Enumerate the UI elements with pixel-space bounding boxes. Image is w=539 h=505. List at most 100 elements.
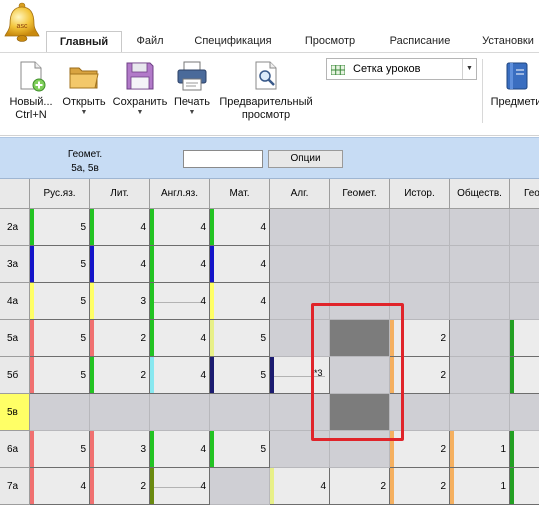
column-header[interactable]: Лит. bbox=[90, 179, 150, 209]
ribbon-separator bbox=[482, 59, 483, 123]
tab-main[interactable]: Главный bbox=[46, 31, 122, 52]
grid-cell[interactable]: 5 bbox=[30, 357, 90, 394]
column-header[interactable]: Гео bbox=[510, 179, 539, 209]
grid-cell[interactable]: 4 bbox=[30, 468, 90, 505]
tab-schedule[interactable]: Расписание bbox=[378, 31, 462, 52]
print-preview-label-line2: просмотр bbox=[241, 109, 291, 121]
column-header[interactable]: Англ.яз. bbox=[150, 179, 210, 209]
lesson-count: 5 bbox=[80, 295, 86, 307]
subjects-button[interactable]: Предмети bbox=[486, 53, 539, 109]
row-label[interactable]: 4а bbox=[0, 283, 30, 320]
grid-cell[interactable]: 4 bbox=[270, 468, 330, 505]
row-label[interactable]: 5б bbox=[0, 357, 30, 394]
grid-cell[interactable]: 3 bbox=[90, 283, 150, 320]
grid-cell[interactable] bbox=[510, 320, 539, 357]
grid-cell[interactable]: 5 bbox=[30, 246, 90, 283]
column-header[interactable]: Алг. bbox=[270, 179, 330, 209]
filter-input[interactable] bbox=[183, 150, 263, 168]
print-dropdown-arrow-icon[interactable]: ▼ bbox=[170, 109, 214, 117]
grid-cell[interactable] bbox=[510, 468, 539, 505]
grid-cell[interactable]: 2 bbox=[390, 468, 450, 505]
grid-cell-empty[interactable] bbox=[510, 246, 539, 283]
grid-cell-empty[interactable] bbox=[510, 394, 539, 431]
grid-cell[interactable]: 5 bbox=[30, 431, 90, 468]
grid-cell[interactable]: 4 bbox=[150, 320, 210, 357]
grid-cell[interactable]: 3 bbox=[90, 431, 150, 468]
print-button[interactable]: Печать ▼ bbox=[170, 53, 214, 117]
column-header[interactable]: Рус.яз. bbox=[30, 179, 90, 209]
app-menu-button[interactable]: asc bbox=[2, 0, 42, 46]
grid-cell[interactable]: 2 bbox=[90, 468, 150, 505]
column-header[interactable]: Обществ. bbox=[450, 179, 510, 209]
grid-cell[interactable]: 1 bbox=[450, 468, 510, 505]
grid-cell[interactable]: 5 bbox=[30, 283, 90, 320]
grid-cell[interactable]: 4 bbox=[150, 246, 210, 283]
grid-cell[interactable]: 4 bbox=[150, 209, 210, 246]
grid-cell-empty[interactable] bbox=[270, 209, 330, 246]
grid-cell-empty[interactable] bbox=[210, 468, 270, 505]
grid-cell-empty[interactable] bbox=[450, 209, 510, 246]
row-label[interactable]: 5в bbox=[0, 394, 30, 431]
grid-cell-empty[interactable] bbox=[150, 394, 210, 431]
grid-cell-empty[interactable] bbox=[450, 394, 510, 431]
open-button[interactable]: Открыть ▼ bbox=[58, 53, 110, 117]
view-select-chevron-down-icon[interactable]: ▼ bbox=[462, 59, 476, 79]
grid-cell-empty[interactable] bbox=[30, 394, 90, 431]
tab-settings[interactable]: Установки bbox=[472, 31, 539, 52]
column-header[interactable]: Геомет. bbox=[330, 179, 390, 209]
grid-cell[interactable]: 4 bbox=[210, 283, 270, 320]
grid-cell[interactable]: 5 bbox=[30, 209, 90, 246]
grid-cell[interactable]: 5 bbox=[30, 320, 90, 357]
tab-file[interactable]: Файл bbox=[126, 31, 174, 52]
grid-cell-empty[interactable] bbox=[270, 246, 330, 283]
grid-cell[interactable] bbox=[510, 431, 539, 468]
row-label[interactable]: 7а bbox=[0, 468, 30, 505]
grid-cell-empty[interactable] bbox=[450, 246, 510, 283]
print-preview-button[interactable]: Предварительный просмотр bbox=[215, 53, 317, 122]
grid-cell-empty[interactable] bbox=[330, 246, 390, 283]
tab-view[interactable]: Просмотр bbox=[292, 31, 368, 52]
grid-cell[interactable]: 5 bbox=[210, 320, 270, 357]
row-label[interactable]: 6а bbox=[0, 431, 30, 468]
grid-cell-empty[interactable] bbox=[210, 394, 270, 431]
save-button[interactable]: Сохранить ▼ bbox=[111, 53, 169, 117]
grid-cell[interactable]: 4 bbox=[150, 431, 210, 468]
grid-cell-empty[interactable] bbox=[450, 283, 510, 320]
grid-cell-empty[interactable] bbox=[330, 209, 390, 246]
grid-cell-empty[interactable] bbox=[450, 320, 510, 357]
grid-cell[interactable]: 4 bbox=[150, 283, 210, 320]
options-button[interactable]: Опции bbox=[268, 150, 343, 168]
row-label[interactable]: 2а bbox=[0, 209, 30, 246]
grid-cell-empty[interactable] bbox=[510, 283, 539, 320]
grid-cell-empty[interactable] bbox=[390, 246, 450, 283]
grid-cell[interactable]: 4 bbox=[90, 209, 150, 246]
cell-split-line bbox=[154, 487, 205, 488]
grid-cell[interactable] bbox=[510, 357, 539, 394]
tab-specification[interactable]: Спецификация bbox=[186, 31, 280, 52]
row-label[interactable]: 3а bbox=[0, 246, 30, 283]
grid-cell[interactable]: 4 bbox=[90, 246, 150, 283]
grid-cell[interactable]: 2 bbox=[90, 320, 150, 357]
grid-cell-empty[interactable] bbox=[90, 394, 150, 431]
grid-cell[interactable]: 4 bbox=[210, 209, 270, 246]
column-header[interactable]: Истор. bbox=[390, 179, 450, 209]
save-dropdown-arrow-icon[interactable]: ▼ bbox=[111, 109, 169, 117]
grid-cell[interactable]: 1 bbox=[450, 431, 510, 468]
grid-cell[interactable]: 2 bbox=[330, 468, 390, 505]
grid-cell[interactable]: 5 bbox=[210, 357, 270, 394]
grid-cell[interactable]: 4 bbox=[150, 468, 210, 505]
grid-cell-empty[interactable] bbox=[390, 209, 450, 246]
open-dropdown-arrow-icon[interactable]: ▼ bbox=[58, 109, 110, 117]
grid-cell[interactable]: 4 bbox=[150, 357, 210, 394]
column-header[interactable]: Мат. bbox=[210, 179, 270, 209]
view-select[interactable]: Сетка уроков ▼ bbox=[326, 58, 477, 80]
grid-cell-empty[interactable] bbox=[510, 209, 539, 246]
grid-cell[interactable]: 5 bbox=[210, 431, 270, 468]
teacher-color-bar bbox=[450, 468, 454, 504]
grid-cell[interactable]: 4 bbox=[210, 246, 270, 283]
grid-cell[interactable]: 2 bbox=[90, 357, 150, 394]
row-label[interactable]: 5а bbox=[0, 320, 30, 357]
new-button[interactable]: Новый... Ctrl+N bbox=[6, 53, 56, 122]
filter-label: Геомет. 5а, 5в bbox=[60, 148, 110, 176]
grid-cell-empty[interactable] bbox=[450, 357, 510, 394]
